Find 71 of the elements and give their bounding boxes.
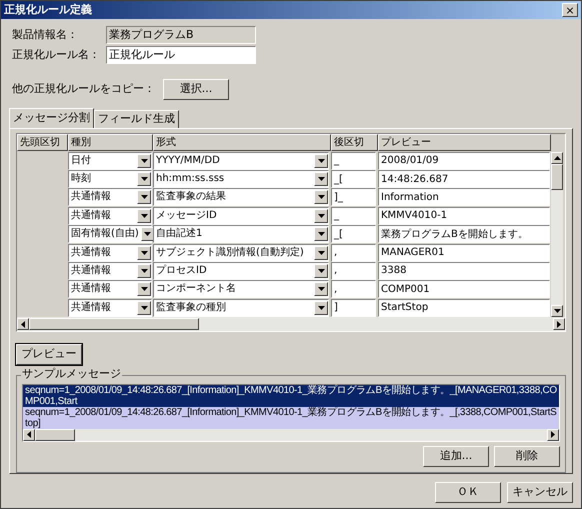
horizontal-scrollbar[interactable] (23, 428, 559, 441)
preview-field[interactable]: 14:48:26.687 (378, 170, 550, 188)
cancel-button[interactable]: キャンセル (507, 482, 573, 503)
delimiter-field[interactable]: , (331, 262, 376, 280)
text-field: 業務プログラムB (106, 26, 256, 44)
format-dropdown[interactable]: YYYY/MM/DD (153, 152, 329, 170)
format-dropdown[interactable]: 自由記述1 (153, 225, 329, 244)
delimiter-field[interactable]: ] (331, 298, 376, 317)
format-dropdown[interactable]: 監査事象の種別 (153, 298, 329, 317)
scroll-up-icon[interactable] (551, 152, 563, 164)
format-dropdown[interactable]: サブジェクト識別情報(自動判定) (153, 244, 329, 262)
text-field[interactable]: 正規化ルール (106, 46, 256, 64)
type-dropdown[interactable]: 共通情報 (68, 298, 152, 317)
scroll-left-icon[interactable] (17, 318, 29, 330)
scroll-left-icon[interactable] (23, 428, 35, 441)
preview-button[interactable]: プレビュー (16, 344, 82, 365)
horizontal-scrollbar[interactable] (17, 317, 565, 331)
type-dropdown[interactable]: 時刻 (68, 170, 152, 188)
preview-field[interactable]: StartStop (378, 298, 550, 317)
delimiter-field[interactable]: , (331, 280, 376, 298)
type-dropdown[interactable]: 共通情報 (68, 262, 152, 280)
type-dropdown[interactable]: 共通情報 (68, 244, 152, 262)
format-dropdown[interactable]: コンポーネント名 (153, 280, 329, 298)
scroll-right-icon[interactable] (547, 428, 559, 441)
ok-button[interactable]: ＯＫ (435, 482, 501, 503)
tab[interactable]: フィールド生成 (94, 110, 179, 128)
delimiter-field[interactable]: , (331, 244, 376, 262)
field-label: 製品情報名： (11, 26, 79, 43)
message-row[interactable]: seqnum=1_2008/01/09_14:48:26.687_[Information]_KMMV4010-1_業務プログラムBを開始します。_[,3388,COMP001,StartStop] (23, 406, 559, 429)
preview-field[interactable]: COMP001 (378, 280, 550, 298)
format-dropdown[interactable]: メッセージID (153, 206, 329, 225)
format-dropdown[interactable]: 監査事象の結果 (153, 188, 329, 206)
preview-field[interactable]: 3388 (378, 262, 550, 280)
delimiter-field[interactable]: _[ (331, 170, 376, 188)
format-dropdown[interactable]: hh:mm:ss.sss (153, 170, 329, 188)
preview-field[interactable]: Information (378, 188, 550, 206)
add-button[interactable]: 追加... (423, 446, 489, 467)
select-button[interactable]: 選択... (163, 79, 229, 100)
column-header: 形式 (153, 134, 331, 152)
preview-field[interactable]: 2008/01/09 (378, 152, 550, 170)
delimiter-field[interactable]: _ (331, 152, 376, 170)
scrollbar-thumb[interactable] (35, 428, 75, 441)
delimiter-field[interactable]: _ (331, 206, 376, 225)
delimiter-field[interactable]: ]_ (331, 188, 376, 206)
delimiter-field[interactable]: _[ (331, 225, 376, 244)
type-dropdown[interactable]: 固有情報(自由) (68, 225, 152, 244)
column-header: プレビュー (378, 134, 551, 152)
column-header: 種別 (68, 134, 153, 152)
window-title: 正規化ルール定義 (4, 2, 92, 18)
field-label: 正規化ルール名： (11, 46, 101, 63)
scrollbar-thumb[interactable] (551, 164, 563, 190)
preview-field[interactable]: MANAGER01 (378, 244, 550, 262)
tab[interactable]: メッセージ分割 (9, 108, 94, 128)
scroll-right-icon[interactable] (553, 318, 565, 330)
copy-label: 他の正規化ルールをコピー： (11, 81, 155, 98)
delete-button[interactable]: 削除 (494, 446, 560, 467)
vertical-scrollbar[interactable] (551, 152, 563, 317)
preview-field[interactable]: 業務プログラムBを開始します。 (378, 225, 550, 244)
type-dropdown[interactable]: 日付 (68, 152, 152, 170)
column-header: 先頭区切 (17, 134, 68, 152)
scrollbar-thumb[interactable] (29, 318, 199, 330)
type-dropdown[interactable]: 共通情報 (68, 280, 152, 298)
type-dropdown[interactable]: 共通情報 (68, 206, 152, 225)
type-dropdown[interactable]: 共通情報 (68, 188, 152, 206)
message-row[interactable]: seqnum=1_2008/01/09_14:48:26.687_[Information]_KMMV4010-1_業務プログラムBを開始します。_[MANAGER01,3388,COMP001,Start (23, 384, 559, 407)
preview-field[interactable]: KMMV4010-1 (378, 206, 550, 225)
format-dropdown[interactable]: プロセスID (153, 262, 329, 280)
close-button[interactable]: × (562, 3, 578, 17)
scroll-down-icon[interactable] (551, 305, 563, 317)
column-header: 後区切 (331, 134, 378, 152)
group-title: サンプルメッセージ (21, 368, 122, 379)
